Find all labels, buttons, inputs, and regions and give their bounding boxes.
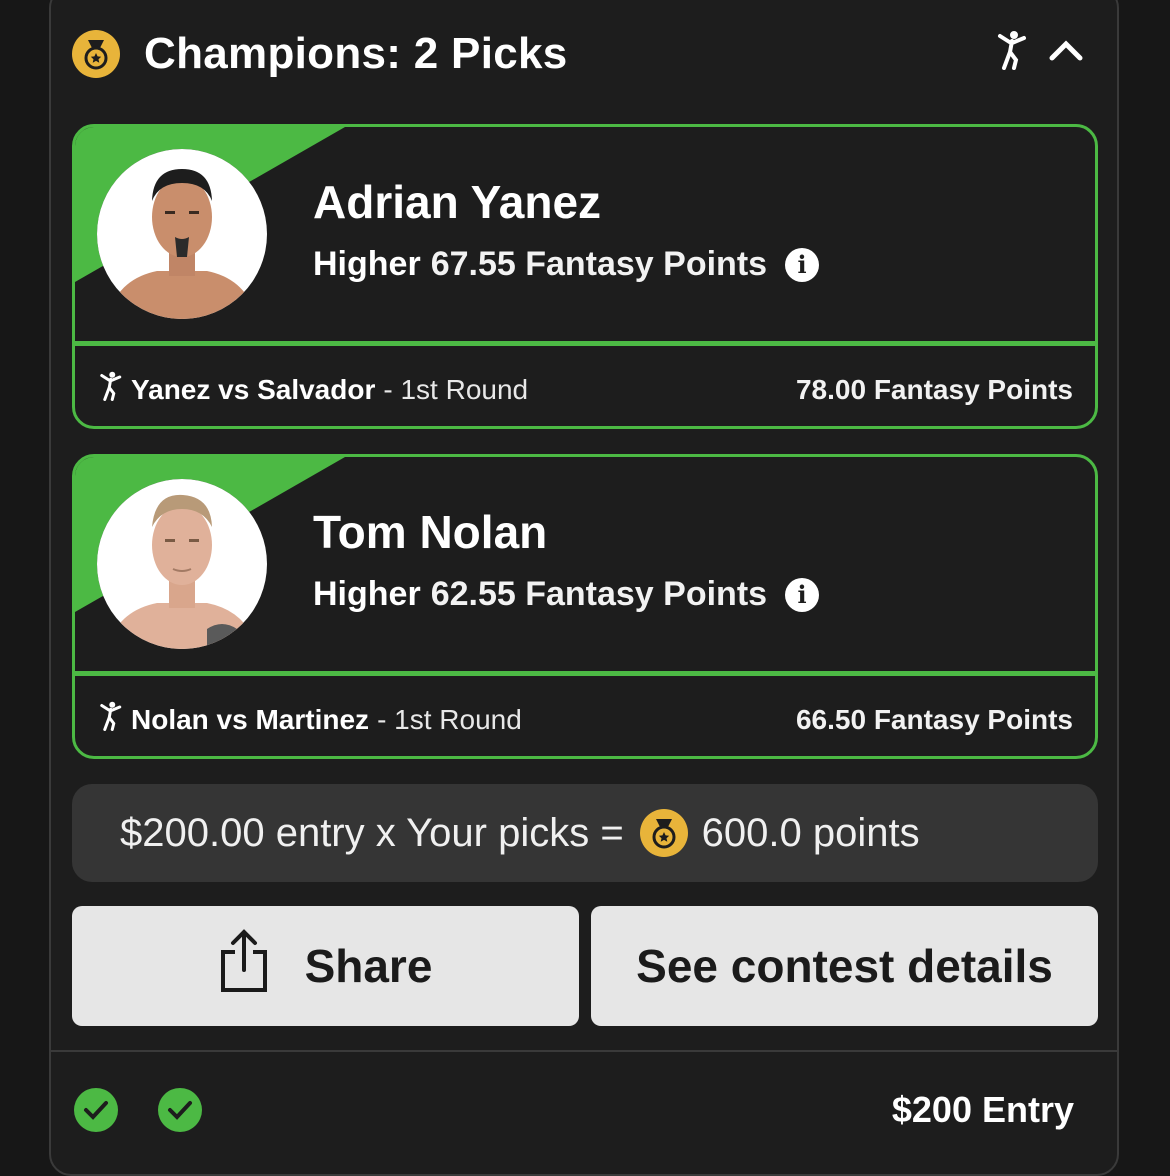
entry-amount: $200 Entry <box>891 1089 1074 1130</box>
pick-status-list <box>74 1088 202 1132</box>
entry-title: Champions: 2 Picks <box>144 29 568 78</box>
footer-divider <box>51 1050 1119 1052</box>
match-row: Nolan vs Martinez - 1st Round 66.50 Fant… <box>97 701 1073 738</box>
info-icon[interactable]: i <box>785 577 820 612</box>
pick-card[interactable]: Adrian Yanez Higher 67.55 Fantasy Points… <box>72 124 1098 429</box>
share-button[interactable]: Share <box>72 906 579 1026</box>
result-points: 66.50 Fantasy Points <box>795 703 1073 735</box>
check-icon <box>158 1088 202 1132</box>
player-name: Tom Nolan <box>313 506 548 558</box>
result-points: 78.00 Fantasy Points <box>795 373 1073 405</box>
card-divider <box>75 341 1095 346</box>
payout-summary: $200.00 entry x Your picks = 600.0 point… <box>72 784 1098 882</box>
pick-line: Higher 67.55 Fantasy Points i <box>313 245 820 284</box>
player-name: Adrian Yanez <box>313 176 602 228</box>
share-icon <box>219 928 269 1005</box>
fighter-icon <box>97 701 123 738</box>
pick-line: Higher 62.55 Fantasy Points i <box>313 575 820 614</box>
share-label: Share <box>304 940 433 992</box>
matchup: Nolan vs Martinez <box>131 703 370 735</box>
payout-points: 600.0 points <box>701 810 920 855</box>
match-row: Yanez vs Salvador - 1st Round 78.00 Fant… <box>97 371 1073 408</box>
medal-icon <box>639 809 688 857</box>
pick-line-value: 67.55 Fantasy Points <box>430 245 768 283</box>
payout-text: $200.00 entry x Your picks = <box>120 810 624 855</box>
player-avatar <box>97 149 267 319</box>
check-icon <box>74 1088 118 1132</box>
info-icon[interactable]: i <box>785 247 820 282</box>
fighter-icon <box>97 371 123 408</box>
card-divider <box>75 671 1095 676</box>
round: - 1st Round <box>383 373 529 405</box>
pick-direction: Higher <box>313 575 421 613</box>
round: - 1st Round <box>377 703 522 735</box>
entry-header: Champions: 2 Picks <box>72 26 1098 82</box>
player-avatar <box>97 479 267 649</box>
chevron-up-icon[interactable] <box>1048 38 1084 67</box>
matchup: Yanez vs Salvador <box>131 373 376 405</box>
contest-details-button[interactable]: See contest details <box>591 906 1098 1026</box>
pick-line-value: 62.55 Fantasy Points <box>430 575 768 613</box>
contest-details-label: See contest details <box>636 940 1053 992</box>
fighter-icon <box>994 30 1028 75</box>
pick-direction: Higher <box>313 245 421 283</box>
medal-icon <box>72 30 120 78</box>
pick-card[interactable]: Tom Nolan Higher 62.55 Fantasy Points i … <box>72 454 1098 759</box>
